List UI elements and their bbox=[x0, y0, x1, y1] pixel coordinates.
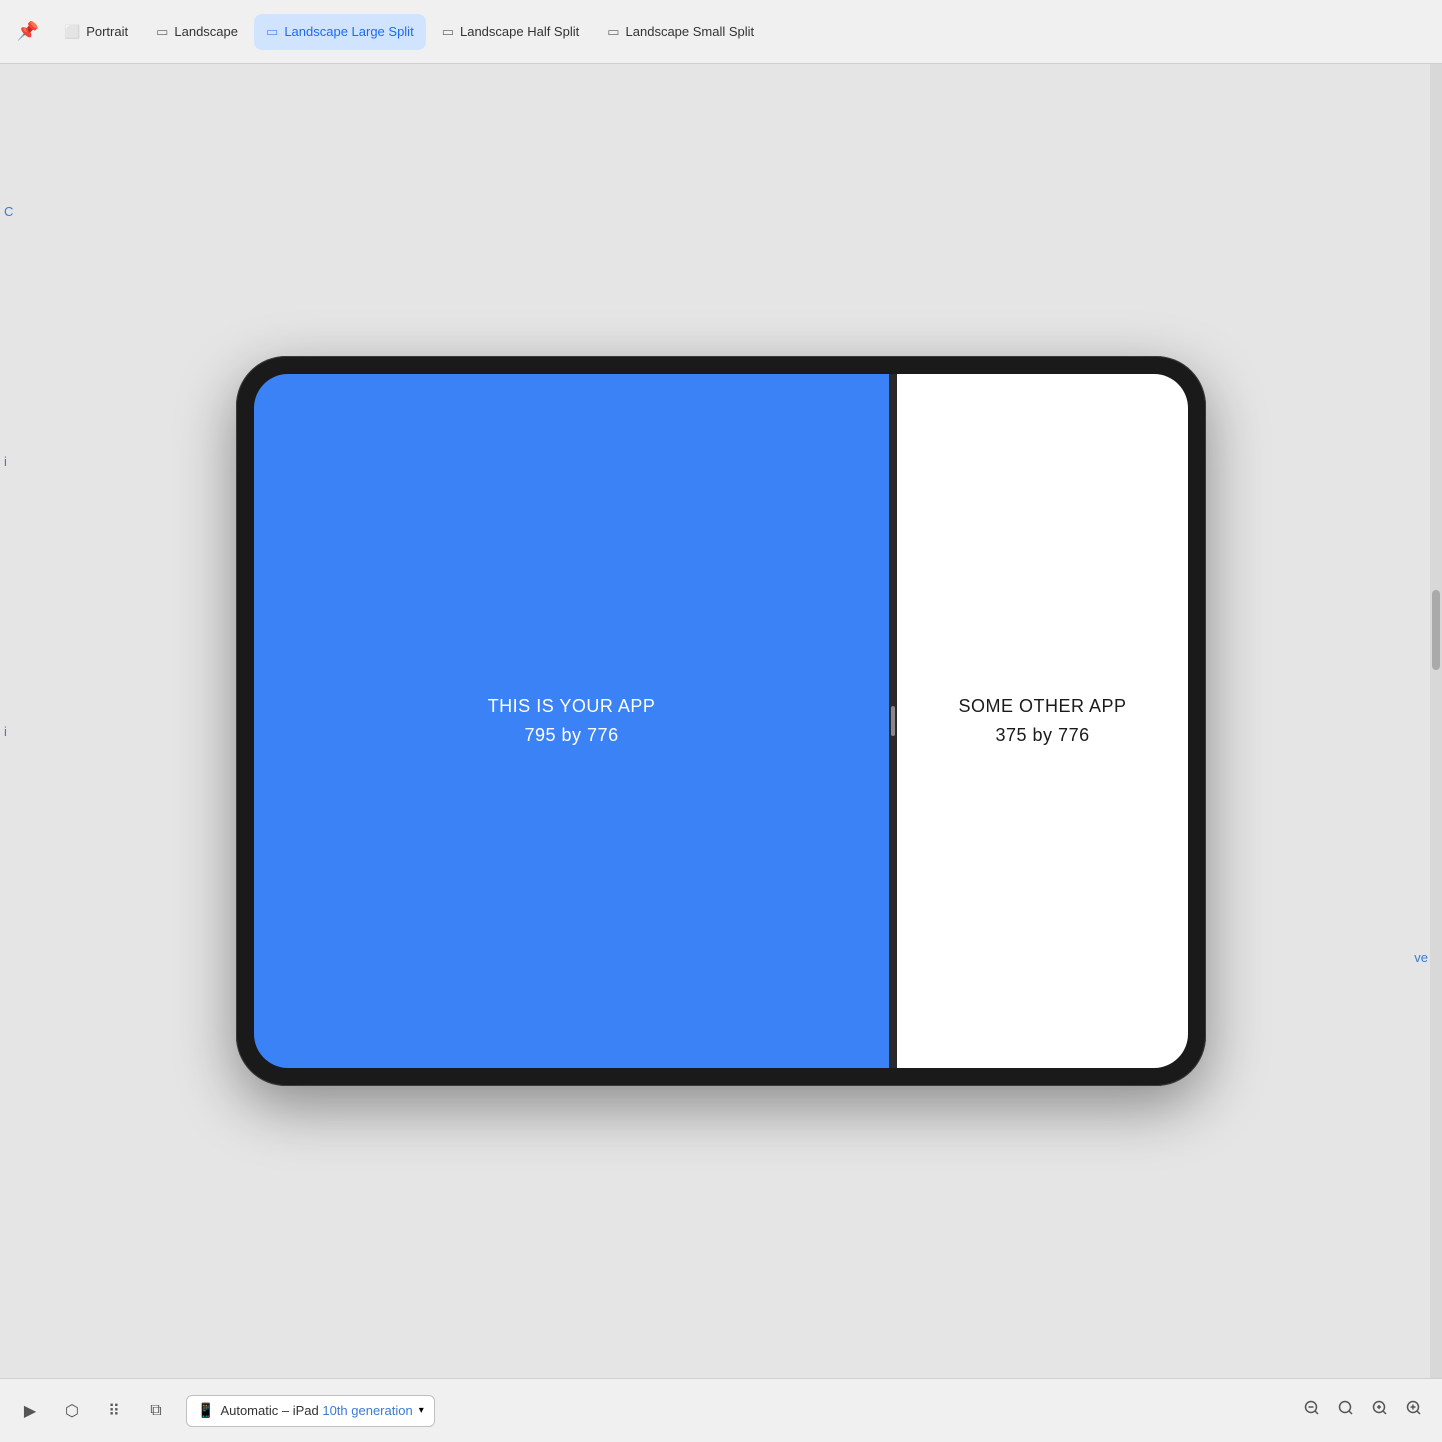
tab-landscape-large-split-icon: ▭ bbox=[266, 24, 278, 40]
split-handle bbox=[891, 706, 895, 736]
tab-landscape-small-split-label: Landscape Small Split bbox=[626, 24, 755, 39]
tab-landscape-half-split-icon: ▭ bbox=[442, 24, 454, 40]
tab-landscape-half-split[interactable]: ▭ Landscape Half Split bbox=[430, 14, 592, 50]
zoom-reset-button[interactable] bbox=[1364, 1395, 1396, 1427]
main-app-label: THIS IS YOUR APP bbox=[488, 692, 656, 721]
play-button[interactable]: ▶ bbox=[12, 1393, 48, 1429]
tab-landscape[interactable]: ▭ Landscape bbox=[144, 14, 250, 50]
tab-landscape-half-split-label: Landscape Half Split bbox=[460, 24, 579, 39]
secondary-app-size: 375 by 776 bbox=[959, 721, 1127, 750]
device-icon: 📱 bbox=[197, 1402, 214, 1419]
secondary-app-text: SOME OTHER APP 375 by 776 bbox=[959, 692, 1127, 750]
tab-landscape-icon: ▭ bbox=[156, 24, 168, 40]
bottom-bar: ▶ ⬡ ⠿ ⧉ 📱 Automatic – iPad 10th generati… bbox=[0, 1378, 1442, 1442]
zoom-in-button[interactable] bbox=[1398, 1395, 1430, 1427]
zoom-fit-icon bbox=[1337, 1399, 1355, 1422]
tab-portrait-label: Portrait bbox=[86, 24, 128, 39]
chevron-down-icon: ▾ bbox=[419, 1405, 424, 1416]
cursor-icon: ⬡ bbox=[65, 1401, 79, 1421]
tab-bar: 📌 ⬜ Portrait ▭ Landscape ▭ Landscape Lar… bbox=[0, 0, 1442, 64]
device-gen: 10th generation bbox=[322, 1403, 412, 1418]
main-app-size: 795 by 776 bbox=[488, 721, 656, 750]
ipad-frame: THIS IS YOUR APP 795 by 776 SOME OTHER A… bbox=[236, 356, 1206, 1086]
sidebar-label-mid: i bbox=[0, 450, 11, 473]
zoom-fit-button[interactable] bbox=[1330, 1395, 1362, 1427]
sidebar-label-top: C bbox=[0, 200, 17, 223]
scrollbar[interactable] bbox=[1430, 64, 1442, 1378]
tab-portrait[interactable]: ⬜ Portrait bbox=[52, 14, 140, 50]
tab-portrait-icon: ⬜ bbox=[64, 24, 80, 40]
secondary-app-pane: SOME OTHER APP 375 by 776 bbox=[897, 374, 1188, 1068]
right-edge-label: ve bbox=[1414, 950, 1428, 965]
ipad-screen: THIS IS YOUR APP 795 by 776 SOME OTHER A… bbox=[254, 374, 1188, 1068]
tab-landscape-large-split-label: Landscape Large Split bbox=[284, 24, 413, 39]
tab-landscape-large-split[interactable]: ▭ Landscape Large Split bbox=[254, 14, 426, 50]
secondary-app-label: SOME OTHER APP bbox=[959, 692, 1127, 721]
main-content: THIS IS YOUR APP 795 by 776 SOME OTHER A… bbox=[0, 64, 1442, 1378]
grid-button[interactable]: ⠿ bbox=[96, 1393, 132, 1429]
cursor-button[interactable]: ⬡ bbox=[54, 1393, 90, 1429]
split-divider[interactable] bbox=[889, 374, 897, 1068]
tab-landscape-small-split-icon: ▭ bbox=[607, 24, 619, 40]
grid-icon: ⠿ bbox=[108, 1401, 120, 1421]
tab-landscape-label: Landscape bbox=[174, 24, 238, 39]
adjust-button[interactable]: ⧉ bbox=[138, 1393, 174, 1429]
device-selector[interactable]: 📱 Automatic – iPad 10th generation ▾ bbox=[186, 1395, 435, 1427]
zoom-out-button[interactable] bbox=[1296, 1395, 1328, 1427]
scrollbar-thumb[interactable] bbox=[1432, 590, 1440, 670]
device-selector-text: Automatic – iPad 10th generation bbox=[220, 1403, 412, 1418]
adjust-icon: ⧉ bbox=[150, 1402, 161, 1420]
zoom-out-icon bbox=[1303, 1399, 1321, 1422]
play-icon: ▶ bbox=[24, 1401, 36, 1421]
sidebar-label-low: i bbox=[0, 720, 11, 743]
zoom-reset-icon bbox=[1371, 1399, 1389, 1422]
tab-landscape-small-split[interactable]: ▭ Landscape Small Split bbox=[595, 14, 766, 50]
main-app-text: THIS IS YOUR APP 795 by 776 bbox=[488, 692, 656, 750]
pin-button[interactable]: 📌 bbox=[8, 14, 48, 50]
zoom-controls bbox=[1296, 1395, 1430, 1427]
zoom-in-icon bbox=[1405, 1399, 1423, 1422]
device-label: Automatic – iPad bbox=[220, 1403, 318, 1418]
main-app-pane: THIS IS YOUR APP 795 by 776 bbox=[254, 374, 889, 1068]
